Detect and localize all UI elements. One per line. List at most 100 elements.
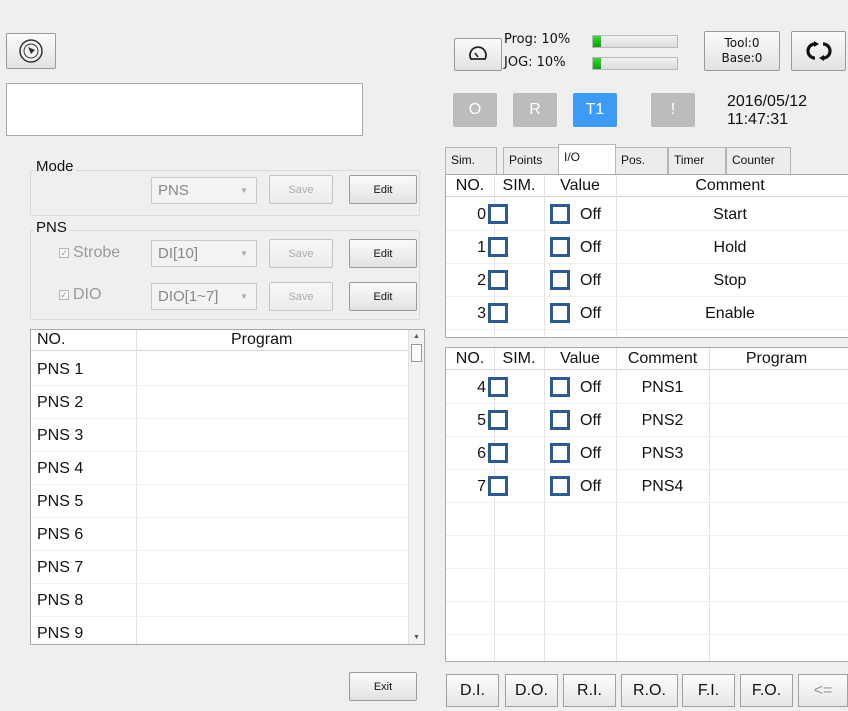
mode-button-alarm[interactable]: !: [651, 93, 695, 127]
list-item[interactable]: PNS 3: [31, 419, 408, 452]
exit-button[interactable]: Exit: [349, 672, 417, 701]
fi-button[interactable]: F.I.: [682, 674, 735, 707]
strobe-edit-button[interactable]: Edit: [349, 239, 417, 268]
prog-speed-bar: [592, 35, 678, 48]
column-header-no: NO.: [37, 331, 66, 348]
mode-button-o[interactable]: O: [453, 93, 497, 127]
teach-pendant-button[interactable]: [6, 33, 56, 69]
table-row: [446, 602, 848, 635]
sim-checkbox[interactable]: [488, 476, 508, 496]
check-icon: ✓: [59, 290, 69, 300]
program-number: PNS 6: [37, 526, 84, 543]
dio-select[interactable]: DIO[1~7] ▼: [151, 283, 257, 310]
mode-edit-button[interactable]: Edit: [349, 175, 417, 204]
tab-counter[interactable]: Counter: [726, 147, 791, 174]
comment-cell: Enable: [705, 305, 755, 322]
value-toggle[interactable]: [550, 237, 570, 257]
sim-checkbox[interactable]: [488, 443, 508, 463]
mode-title: Mode: [34, 158, 76, 175]
ro-button[interactable]: R.O.: [621, 674, 678, 707]
sim-checkbox[interactable]: [488, 270, 508, 290]
value-toggle[interactable]: [550, 410, 570, 430]
program-number: PNS 5: [37, 493, 84, 510]
mode-select[interactable]: PNS ▼: [151, 177, 257, 204]
program-list[interactable]: NO. Program PNS 1 PNS 2 PNS 3 PNS 4 PNS 5 PNS…: [30, 329, 425, 645]
comment-cell: Hold: [713, 239, 747, 256]
list-item[interactable]: PNS 7: [31, 551, 408, 584]
strobe-checkbox[interactable]: ✓ Strobe: [59, 244, 120, 262]
teach-pendant-icon: [19, 39, 43, 63]
program-number: PNS 3: [37, 427, 84, 444]
sim-checkbox[interactable]: [488, 410, 508, 430]
sim-checkbox[interactable]: [488, 204, 508, 224]
io-number: 3: [477, 305, 486, 322]
sim-checkbox[interactable]: [488, 303, 508, 323]
jog-speed-label: JOG: 10%: [504, 55, 566, 70]
strobe-select[interactable]: DI[10] ▼: [151, 240, 257, 267]
list-item[interactable]: PNS 1: [31, 353, 408, 386]
mode-save-button[interactable]: Save: [269, 175, 333, 204]
dio-select-value: DIO[1~7]: [158, 288, 219, 305]
value-toggle[interactable]: [550, 377, 570, 397]
list-item[interactable]: PNS 5: [31, 485, 408, 518]
list-item[interactable]: PNS 6: [31, 518, 408, 551]
speed-button[interactable]: [454, 38, 502, 71]
value-toggle[interactable]: [550, 443, 570, 463]
list-item[interactable]: PNS 9: [31, 617, 408, 644]
dio-checkbox[interactable]: ✓ DIO: [59, 286, 101, 304]
tab-pos[interactable]: Pos.: [615, 147, 668, 174]
column-header-value: Value: [544, 175, 616, 197]
base-label: Base:0: [721, 51, 763, 65]
column-header-no: NO.: [446, 175, 494, 197]
dio-save-button[interactable]: Save: [269, 282, 333, 311]
ri-button[interactable]: R.I.: [563, 674, 616, 707]
mode-button-t1[interactable]: T1: [573, 93, 617, 127]
tab-sim[interactable]: Sim.: [445, 147, 497, 174]
refresh-icon: [805, 41, 832, 61]
value-toggle[interactable]: [550, 270, 570, 290]
user-io-table: NO. SIM. Value Comment Program 4 Off PNS1 5…: [445, 347, 848, 662]
comment-cell: PNS1: [641, 379, 684, 396]
value-toggle[interactable]: [550, 303, 570, 323]
list-item[interactable]: PNS 2: [31, 386, 408, 419]
table-row: 6 Off PNS3: [446, 437, 848, 470]
table-row: 1 Off Hold: [446, 231, 848, 264]
sim-checkbox[interactable]: [488, 377, 508, 397]
value-label: Off: [580, 206, 602, 223]
scrollbar[interactable]: ▲ ▼: [408, 330, 424, 644]
do-button[interactable]: D.O.: [505, 674, 558, 707]
comment-cell: Stop: [713, 272, 747, 289]
dio-edit-button[interactable]: Edit: [349, 282, 417, 311]
value-toggle[interactable]: [550, 476, 570, 496]
column-header-sim: SIM.: [494, 175, 544, 197]
io-number: 5: [477, 412, 486, 429]
tab-timer[interactable]: Timer: [668, 147, 726, 174]
value-label: Off: [580, 379, 602, 396]
tab-points[interactable]: Points: [503, 147, 560, 174]
scroll-up-arrow-icon[interactable]: ▲: [413, 333, 420, 340]
value-toggle[interactable]: [550, 204, 570, 224]
program-list-header: NO. Program: [31, 330, 424, 351]
program-number: PNS 7: [37, 559, 84, 576]
sync-button[interactable]: [791, 31, 846, 71]
speedometer-icon: [469, 45, 487, 60]
fo-button[interactable]: F.O.: [740, 674, 793, 707]
io-number: 1: [477, 239, 486, 256]
tab-io[interactable]: I/O: [558, 144, 616, 174]
tool-base-button[interactable]: Tool:0 Base:0: [704, 31, 780, 71]
table-row: [446, 503, 848, 536]
di-button[interactable]: D.I.: [446, 674, 499, 707]
sim-checkbox[interactable]: [488, 237, 508, 257]
list-item[interactable]: PNS 4: [31, 452, 408, 485]
strobe-select-value: DI[10]: [158, 245, 199, 262]
back-button[interactable]: <=: [798, 674, 848, 707]
program-number: PNS 4: [37, 460, 84, 477]
column-header-sim: SIM.: [494, 348, 544, 370]
scroll-down-arrow-icon[interactable]: ▼: [413, 634, 420, 641]
list-item[interactable]: PNS 8: [31, 584, 408, 617]
scroll-thumb[interactable]: [411, 344, 422, 362]
mode-button-r[interactable]: R: [513, 93, 557, 127]
pns-save-button[interactable]: Save: [269, 239, 333, 268]
mode-select-value: PNS: [158, 182, 189, 199]
value-label: Off: [580, 272, 602, 289]
